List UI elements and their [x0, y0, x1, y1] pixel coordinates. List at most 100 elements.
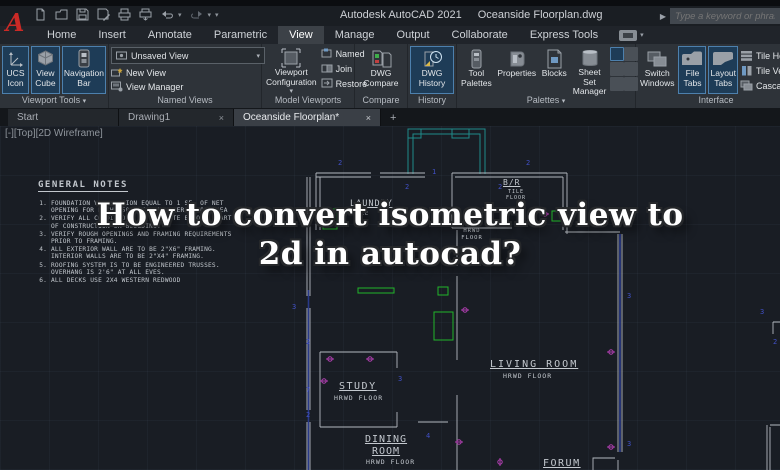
close-icon[interactable]: ×: [366, 113, 371, 123]
navigation-bar-toggle-button[interactable]: Navigation Bar: [61, 46, 106, 94]
save-icon[interactable]: [76, 8, 89, 21]
new-file-icon[interactable]: [34, 8, 47, 21]
file-tabs-toggle-button[interactable]: File Tabs: [678, 46, 707, 94]
viewport-configuration-icon: [281, 48, 301, 68]
app-title: Autodesk AutoCAD 2021: [340, 9, 462, 21]
tab-annotate[interactable]: Annotate: [137, 26, 203, 44]
model-space-canvas[interactable]: [-][Top][2D Wireframe] GENERAL NOTES 1. …: [0, 126, 780, 470]
file-tab-start[interactable]: Start: [8, 109, 119, 126]
undo-dropdown-caret[interactable]: ▾: [178, 11, 182, 19]
cascade-button[interactable]: Cascade: [740, 79, 780, 93]
keynote-marker: 3: [627, 440, 632, 448]
keynote-marker: 2: [338, 159, 343, 167]
file-tab-drawing1[interactable]: Drawing1 ×: [119, 109, 234, 126]
blocks-button[interactable]: Blocks: [540, 46, 569, 94]
tab-output[interactable]: Output: [386, 26, 441, 44]
open-folder-icon[interactable]: [55, 8, 68, 21]
design-center-icon[interactable]: [610, 62, 625, 76]
search-input[interactable]: [670, 8, 780, 24]
switch-windows-label: Switch Windows: [640, 68, 675, 88]
tab-parametric[interactable]: Parametric: [203, 26, 278, 44]
layout-tabs-toggle-button[interactable]: Layout Tabs: [708, 46, 739, 94]
switch-windows-icon: [646, 48, 668, 69]
view-manager-button[interactable]: View Manager: [111, 80, 259, 94]
sheet-set-manager-button[interactable]: Sheet Set Manager: [571, 46, 609, 96]
view-cube-toggle-button[interactable]: View Cube: [31, 46, 60, 94]
visual-styles-palette-icon[interactable]: [610, 47, 625, 61]
room-label-living-room: LIVING ROOM: [490, 359, 579, 370]
dwg-compare-button[interactable]: DWG Compare: [357, 46, 405, 94]
autocad-app-menu-icon[interactable]: A: [3, 8, 27, 40]
tab-insert[interactable]: Insert: [87, 26, 137, 44]
layout-tabs-icon: [711, 48, 735, 69]
ucs-icon-label: UCS Icon: [6, 68, 25, 88]
keynote-marker: 3: [627, 292, 632, 300]
cascade-icon: [740, 80, 753, 93]
window-title: Autodesk AutoCAD 2021 Oceanside Floorpla…: [340, 9, 602, 21]
view-cube-label: View Cube: [35, 68, 56, 88]
ribbon-image-icon: [619, 29, 638, 41]
viewport-configuration-button[interactable]: Viewport Configuration ▾: [264, 46, 319, 95]
count-palette-icon[interactable]: [610, 77, 625, 91]
new-drawing-tab-button[interactable]: +: [390, 112, 396, 126]
dwg-history-button[interactable]: DWG History: [410, 46, 454, 94]
tab-view[interactable]: View: [278, 26, 324, 44]
room-label-study: STUDY: [339, 381, 377, 392]
file-tab-label: Drawing1: [128, 112, 171, 123]
ribbon-display-options-button[interactable]: ▾: [619, 26, 644, 44]
sheet-set-manager-label: Sheet Set Manager: [572, 67, 607, 96]
properties-button[interactable]: Properties: [496, 46, 538, 94]
view-manager-label: View Manager: [126, 82, 184, 92]
blocks-label: Blocks: [541, 68, 567, 78]
dwg-history-clock-icon: [422, 48, 443, 69]
panel-interface: Switch Windows File Tabs Layout Tabs Til…: [636, 44, 780, 108]
search-collapse-icon[interactable]: ▶: [660, 12, 666, 21]
model-viewports-panel-label: Model Viewports: [274, 95, 342, 105]
tool-palettes-icon: [468, 48, 484, 69]
tile-horizontally-icon: [740, 50, 753, 63]
blocks-icon: [546, 48, 563, 69]
file-tab-oceanside-floorplan[interactable]: Oceanside Floorplan* ×: [234, 109, 381, 126]
ucs-icon-toggle-button[interactable]: UCS Icon: [2, 46, 30, 94]
room-floor-study: HRWD FLOOR: [334, 394, 384, 402]
keynote-marker: 3: [760, 308, 765, 316]
cube-icon: [36, 48, 55, 69]
tool-palettes-button[interactable]: Tool Palettes: [459, 46, 494, 94]
viewport-tools-panel-label[interactable]: Viewport Tools ▾: [0, 94, 108, 108]
keynote-marker: 2: [306, 411, 311, 419]
keynote-marker: 2: [405, 183, 410, 191]
close-icon[interactable]: ×: [219, 113, 224, 123]
keynote-marker: 7: [306, 386, 311, 394]
redo-icon[interactable]: [190, 8, 204, 21]
document-title: Oceanside Floorplan.dwg: [477, 9, 603, 21]
named-viewports-icon: [321, 48, 333, 60]
properties-icon: [507, 48, 527, 69]
room-floor-living-room: HRWD FLOOR: [503, 372, 553, 380]
general-notes-heading: GENERAL NOTES: [38, 180, 128, 192]
tile-vertically-button[interactable]: Tile Vertically: [740, 64, 780, 78]
tile-vertically-label: Tile Vertically: [756, 66, 780, 76]
search-area: ▶: [660, 8, 780, 24]
tile-horizontally-button[interactable]: Tile Horizontally: [740, 49, 780, 63]
join-viewports-label: Join: [335, 64, 353, 74]
save-as-icon[interactable]: [97, 8, 110, 21]
switch-windows-button[interactable]: Switch Windows: [638, 46, 676, 94]
tab-manage[interactable]: Manage: [324, 26, 386, 44]
layout-tabs-label: Layout Tabs: [710, 68, 737, 88]
new-view-button[interactable]: New View: [111, 66, 259, 80]
undo-icon[interactable]: [160, 8, 174, 21]
plot-icon[interactable]: [118, 8, 131, 21]
batch-plot-icon[interactable]: [139, 8, 152, 21]
qat-customize-caret[interactable]: ▾: [215, 11, 219, 19]
tab-home[interactable]: Home: [36, 26, 87, 44]
tab-collaborate[interactable]: Collaborate: [441, 26, 519, 44]
thumbnail-title-overlay: How to convert isometric view to 2d in a…: [0, 196, 780, 274]
file-tab-bar: Start Drawing1 × Oceanside Floorplan* × …: [0, 108, 780, 126]
file-tab-label: Oceanside Floorplan*: [243, 112, 340, 123]
palettes-panel-label[interactable]: Palettes ▾: [457, 94, 635, 108]
ribbon: UCS Icon View Cube Navigation Bar Viewpo…: [0, 44, 780, 108]
view-list-dropdown[interactable]: Unsaved View ▾: [111, 47, 265, 64]
view-list-value: Unsaved View: [131, 50, 189, 61]
redo-dropdown-caret[interactable]: ▾: [208, 11, 212, 19]
tab-express-tools[interactable]: Express Tools: [519, 26, 609, 44]
